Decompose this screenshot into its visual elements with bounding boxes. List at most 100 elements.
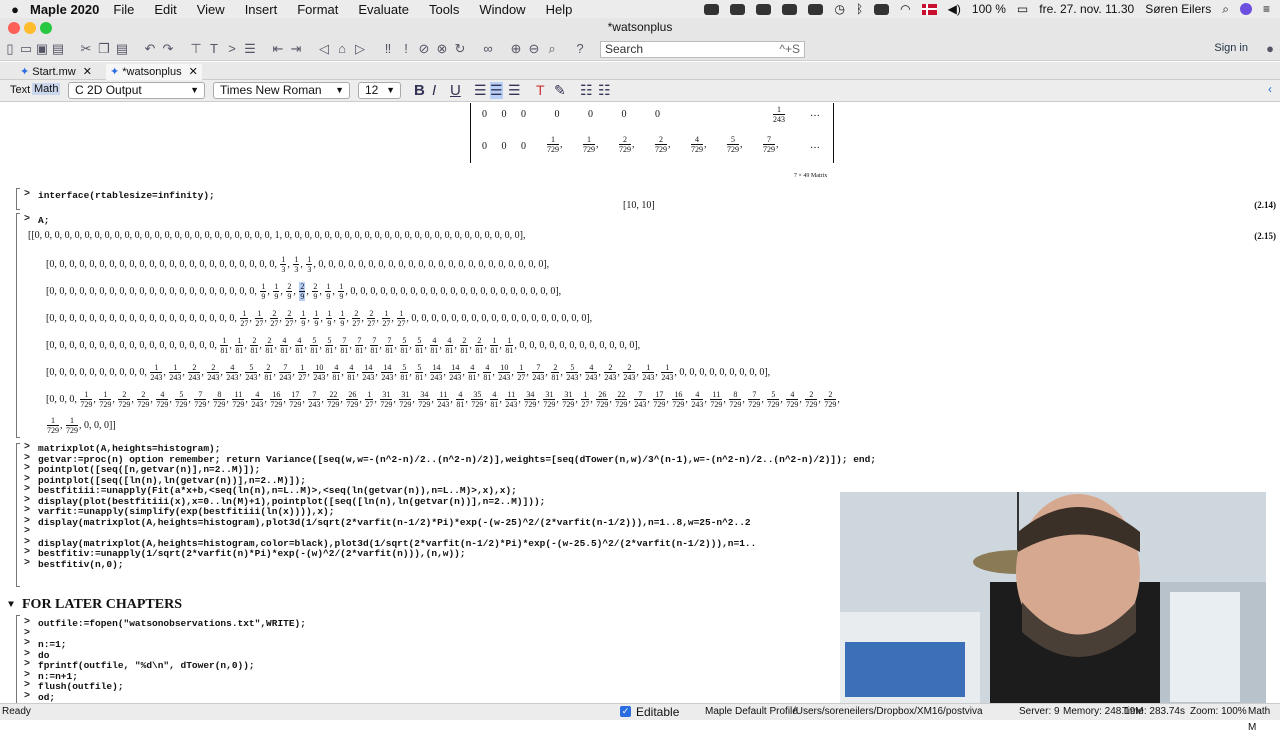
command-line[interactable]: do [38, 650, 49, 661]
close-window-button[interactable] [8, 22, 20, 34]
align-left-icon[interactable]: ☰ [474, 82, 487, 99]
sign-in-link[interactable]: Sign in [1214, 42, 1248, 54]
collapse-palette-icon[interactable]: ‹ [1268, 82, 1272, 96]
outdent-icon[interactable]: ⇥ [288, 41, 304, 56]
battery-icon[interactable]: ▭ [1017, 2, 1028, 16]
execute-all-icon[interactable]: ‼ [380, 41, 396, 56]
command-line[interactable]: display(matrixplot(A,heights=histogram,c… [38, 538, 756, 549]
execution-group-bracket[interactable] [16, 443, 20, 587]
underline-icon[interactable]: U [450, 82, 461, 99]
font-select[interactable]: Times New Roman ▼ [213, 82, 350, 99]
menu-view[interactable]: View [197, 2, 225, 17]
spotlight-icon[interactable]: ⌕ [1222, 2, 1229, 17]
menu-insert[interactable]: Insert [245, 2, 278, 17]
section-collapse-icon[interactable]: ▼ [8, 600, 14, 611]
cut-icon[interactable]: ✂ [78, 41, 94, 56]
help-icon[interactable]: ? [572, 41, 588, 56]
profile-label[interactable]: Maple Default Profile [705, 704, 798, 720]
status-app-icon[interactable] [874, 3, 890, 15]
command-line[interactable]: fprintf(outfile, "%d\n", dTower(n,0)); [38, 660, 255, 671]
clock[interactable]: fre. 27. nov. 11.30 [1039, 2, 1134, 16]
restart-icon[interactable]: ↻ [452, 41, 468, 56]
undo-icon[interactable]: ↶ [142, 41, 158, 56]
stop-icon[interactable]: ⊗ [434, 41, 450, 56]
open-folder-icon[interactable]: ▭ [18, 41, 34, 56]
command-line[interactable]: pointplot([seq([ln(n),ln(getvar(n))],n=2… [38, 475, 306, 486]
command-line[interactable]: n:=n+1; [38, 671, 78, 682]
command-line[interactable]: od; [38, 692, 55, 703]
back-icon[interactable]: ◁ [316, 41, 332, 56]
siri-icon[interactable] [1239, 3, 1252, 15]
copy-icon[interactable]: ❐ [96, 41, 112, 56]
zoom-icon[interactable]: ⌕ [544, 41, 560, 56]
command-line[interactable]: bestfitiv:=unapply(1/sqrt(2*varfit(n)*Pi… [38, 548, 466, 559]
command-line[interactable]: bestfitiii:=unapply(Fit(a*x+b,<seq(ln(n)… [38, 485, 517, 496]
editable-checkbox[interactable]: ✓ [620, 706, 631, 717]
italic-icon[interactable]: I [432, 82, 436, 99]
home-icon[interactable]: ⌂ [334, 41, 350, 56]
math-mode-toggle[interactable]: Math [32, 83, 61, 95]
size-select[interactable]: 12 ▼ [358, 82, 401, 99]
command-line[interactable]: bestfitiv(n,0); [38, 559, 124, 570]
command-line[interactable]: pointplot([seq([n,getvar(n)],n=2..M)]); [38, 464, 260, 475]
text-mode-icon[interactable]: ⊤ [188, 41, 204, 56]
status-app-icon[interactable] [704, 3, 720, 15]
command-line[interactable]: A; [38, 215, 49, 226]
dropbox-icon[interactable] [756, 3, 772, 15]
search-input[interactable]: Search ^+S [600, 41, 805, 58]
command-line[interactable]: display(matrixplot(A,heights=histogram),… [38, 517, 751, 528]
save-icon[interactable]: ▣ [34, 41, 50, 56]
debug-icon[interactable]: ⊘ [416, 41, 432, 56]
command-line[interactable]: varfit:=unapply(simplify(exp(bestfitiii(… [38, 506, 334, 517]
execution-group-bracket[interactable] [16, 213, 20, 438]
text-color-icon[interactable]: T [536, 82, 545, 98]
menu-tools[interactable]: Tools [429, 2, 459, 17]
user-name[interactable]: Søren Eilers [1145, 2, 1211, 16]
align-center-icon[interactable]: ☰ [490, 82, 503, 99]
menu-help[interactable]: Help [546, 2, 573, 17]
menu-edit[interactable]: Edit [154, 2, 176, 17]
close-tab-icon[interactable]: ✕ [189, 66, 198, 78]
bullet-list-icon[interactable]: ☷ [580, 82, 593, 99]
wifi-icon[interactable]: ◠ [900, 2, 910, 16]
maximize-window-button[interactable] [40, 22, 52, 34]
tab-watsonplus[interactable]: ✦ *watsonplus ✕ [106, 64, 202, 80]
zoom-out-icon[interactable]: ⊖ [526, 41, 542, 56]
new-document-icon[interactable]: ▯ [2, 41, 18, 56]
text-mode-toggle[interactable]: Text [10, 84, 30, 96]
execution-group-icon[interactable]: > [224, 41, 240, 56]
menu-format[interactable]: Format [297, 2, 338, 17]
numbered-list-icon[interactable]: ☷ [598, 82, 611, 99]
indent-icon[interactable]: ⇤ [270, 41, 286, 56]
command-line[interactable]: outfile:=fopen("watsonobservations.txt",… [38, 618, 306, 629]
highlight-icon[interactable]: ✎ [554, 82, 566, 99]
screen-icon[interactable] [808, 3, 824, 15]
bold-icon[interactable]: B [414, 82, 425, 99]
command-line[interactable]: interface(rtablesize=infinity); [38, 190, 215, 201]
volume-icon[interactable]: ◀) [948, 2, 961, 16]
execute-icon[interactable]: ! [398, 41, 414, 56]
link-icon[interactable]: ∞ [480, 41, 496, 56]
style-select[interactable]: C 2D Output ▼ [68, 82, 205, 99]
status-app-icon[interactable] [782, 3, 798, 15]
text-insert-icon[interactable]: T [206, 41, 222, 56]
menu-evaluate[interactable]: Evaluate [358, 2, 409, 17]
command-line[interactable]: flush(outfile); [38, 681, 124, 692]
forward-icon[interactable]: ▷ [352, 41, 368, 56]
notification-center-icon[interactable]: ≡ [1263, 2, 1270, 16]
section-icon[interactable]: ☰ [242, 41, 258, 56]
time-machine-icon[interactable]: ◷ [834, 2, 844, 16]
command-line[interactable]: n:=1; [38, 639, 67, 650]
execution-group-bracket[interactable] [16, 615, 20, 703]
app-name-menu[interactable]: Maple 2020 [30, 2, 99, 17]
command-line[interactable]: getvar:=proc(n) option remember; return … [38, 454, 876, 465]
close-tab-icon[interactable]: ✕ [83, 66, 92, 78]
execution-group-bracket[interactable] [16, 188, 20, 210]
tab-start[interactable]: ✦ Start.mw ✕ [16, 64, 96, 80]
minimize-window-button[interactable] [24, 22, 36, 34]
paste-icon[interactable]: ▤ [114, 41, 130, 56]
align-right-icon[interactable]: ☰ [508, 82, 521, 99]
flag-dk-icon[interactable] [921, 3, 937, 15]
command-line[interactable]: matrixplot(A,heights=histogram); [38, 443, 220, 454]
status-app-icon[interactable] [730, 3, 746, 15]
